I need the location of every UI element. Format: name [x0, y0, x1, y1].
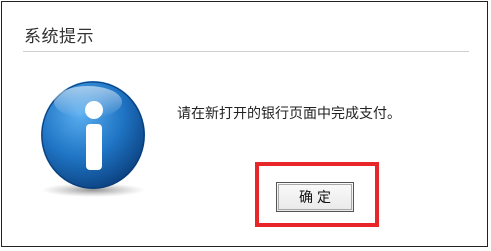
system-prompt-dialog: 系统提示 请在新打开的银行页面中完成支付。 确定: [1, 1, 488, 247]
title-divider: [23, 51, 469, 52]
dialog-title: 系统提示: [24, 27, 94, 47]
payment-message: 请在新打开的银行页面中完成支付。: [177, 106, 401, 122]
confirm-button[interactable]: 确定: [276, 182, 354, 212]
info-icon: [41, 81, 145, 197]
